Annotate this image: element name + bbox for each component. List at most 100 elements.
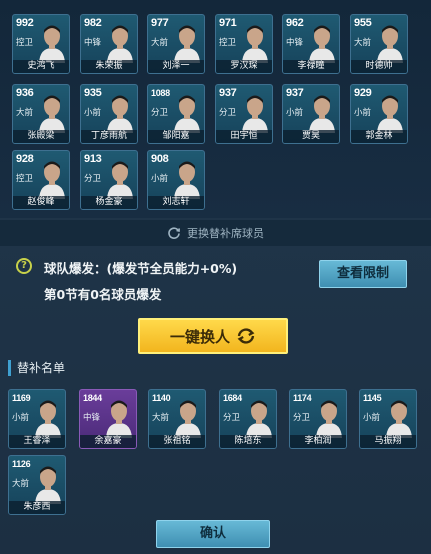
player-position: 分卫 <box>219 108 237 118</box>
player-name: 刘志轩 <box>148 196 204 209</box>
starter-card[interactable]: 1088 分卫 邹阳嘉 <box>147 84 205 144</box>
player-avatar-icon <box>107 161 133 199</box>
player-avatar-icon <box>174 161 200 199</box>
player-avatar-icon <box>386 400 412 438</box>
bench-list-title: 替补名单 <box>8 360 65 376</box>
player-name: 史鸿飞 <box>13 60 69 73</box>
starter-card[interactable]: 935 小前 丁彦雨航 <box>80 84 138 144</box>
player-rating: 929 <box>354 87 372 99</box>
player-position: 小前 <box>286 108 304 118</box>
player-name: 李柏润 <box>290 435 346 448</box>
player-position: 分卫 <box>84 174 102 184</box>
bench-card[interactable]: 1684 分卫陈培东 <box>219 389 277 449</box>
player-position: 大前 <box>16 108 34 118</box>
player-name: 田宇恒 <box>216 130 272 143</box>
player-position: 分卫 <box>151 108 169 118</box>
player-avatar-icon <box>107 95 133 133</box>
starter-card[interactable]: 936 大前张殿梁 <box>12 84 70 144</box>
player-rating: 1145 <box>363 393 382 403</box>
player-avatar-icon <box>39 95 65 133</box>
starter-card[interactable]: 937 分卫 田宇恒 <box>215 84 273 144</box>
player-rating: 937 <box>286 87 304 99</box>
starter-card[interactable]: 962 中锋 李禄瞳 <box>282 14 340 74</box>
bench-card[interactable]: 1126 大前朱彦西 <box>8 455 66 515</box>
player-avatar-icon <box>246 400 272 438</box>
starter-card[interactable]: 928 控卫 赵俊峰 <box>12 150 70 210</box>
player-name: 罗汉琛 <box>216 60 272 73</box>
bench-card[interactable]: 1145 小前 马振翔 <box>359 389 417 449</box>
player-name: 李禄瞳 <box>283 60 339 73</box>
player-avatar-icon <box>174 25 200 63</box>
player-avatar-icon <box>175 400 201 438</box>
starter-card[interactable]: 908 小前 刘志轩 <box>147 150 205 210</box>
player-position: 中锋 <box>84 38 102 48</box>
starter-card[interactable]: 913 分卫杨金豪 <box>80 150 138 210</box>
bench-card[interactable]: 1169 小前 王睿泽 <box>8 389 66 449</box>
player-name: 余嘉豪 <box>80 435 136 448</box>
player-avatar-icon <box>309 25 335 63</box>
refresh-icon <box>168 227 180 239</box>
player-name: 丁彦雨航 <box>81 130 137 143</box>
bench-card[interactable]: 1140 大前 张祖铭 <box>148 389 206 449</box>
player-rating: 913 <box>84 153 102 165</box>
player-avatar-icon <box>309 95 335 133</box>
player-position: 大前 <box>354 38 372 48</box>
player-position: 控卫 <box>16 38 34 48</box>
player-position: 分卫 <box>223 413 241 423</box>
player-position: 小前 <box>12 413 30 423</box>
swap-arrows-icon <box>237 328 255 344</box>
player-name: 杨金豪 <box>81 196 137 209</box>
one-key-label: 一键换人 <box>169 327 230 346</box>
bench-card[interactable]: 1844 中锋余嘉豪 <box>79 389 137 449</box>
player-avatar-icon <box>39 25 65 63</box>
player-name: 张祖铭 <box>149 435 205 448</box>
player-name: 邹阳嘉 <box>148 130 204 143</box>
player-position: 控卫 <box>219 38 237 48</box>
player-avatar-icon <box>242 25 268 63</box>
player-position: 小前 <box>354 108 372 118</box>
player-avatar-icon <box>35 400 61 438</box>
player-name: 刘泽一 <box>148 60 204 73</box>
player-avatar-icon <box>316 400 342 438</box>
player-avatar-icon <box>106 400 132 438</box>
player-name: 张殿梁 <box>13 130 69 143</box>
player-position: 中锋 <box>286 38 304 48</box>
player-rating: 1844 <box>83 393 102 403</box>
player-name: 贾昊 <box>283 130 339 143</box>
player-name: 陈培东 <box>220 435 276 448</box>
confirm-button[interactable]: 确认 <box>156 520 270 548</box>
starter-card[interactable]: 992 控卫 史鸿飞 <box>12 14 70 74</box>
player-rating: 1684 <box>223 393 242 403</box>
player-position: 大前 <box>12 479 30 489</box>
swap-bench-label: 更换替补席球员 <box>187 227 264 240</box>
player-name: 马振翔 <box>360 435 416 448</box>
player-rating: 908 <box>151 153 169 165</box>
help-icon[interactable]: ? <box>16 258 32 274</box>
bench-card[interactable]: 1174 分卫 李柏润 <box>289 389 347 449</box>
player-rating: 928 <box>16 153 34 165</box>
player-name: 时德帅 <box>351 60 407 73</box>
one-key-substitute-button[interactable]: 一键换人 <box>138 318 288 354</box>
starter-card[interactable]: 971 控卫 罗汉琛 <box>215 14 273 74</box>
player-avatar-icon <box>107 25 133 63</box>
player-avatar-icon <box>174 95 200 133</box>
player-position: 大前 <box>152 413 170 423</box>
player-rating: 982 <box>84 17 102 29</box>
player-rating: 977 <box>151 17 169 29</box>
player-rating: 1126 <box>12 459 31 469</box>
starter-card[interactable]: 929 小前郭金林 <box>350 84 408 144</box>
starter-card[interactable]: 977 大前刘泽一 <box>147 14 205 74</box>
starter-card[interactable]: 982 中锋朱荣振 <box>80 14 138 74</box>
player-name: 朱彦西 <box>9 501 65 514</box>
view-limit-button[interactable]: 查看限制 <box>319 260 407 288</box>
swap-bench-button[interactable]: 更换替补席球员 <box>0 220 431 246</box>
player-avatar-icon <box>39 161 65 199</box>
starter-card[interactable]: 955 大前 时德帅 <box>350 14 408 74</box>
player-rating: 936 <box>16 87 34 99</box>
starter-card[interactable]: 937 小前贾昊 <box>282 84 340 144</box>
player-position: 大前 <box>151 38 169 48</box>
player-name: 郭金林 <box>351 130 407 143</box>
player-name: 朱荣振 <box>81 60 137 73</box>
player-position: 中锋 <box>83 413 101 423</box>
player-name: 赵俊峰 <box>13 196 69 209</box>
